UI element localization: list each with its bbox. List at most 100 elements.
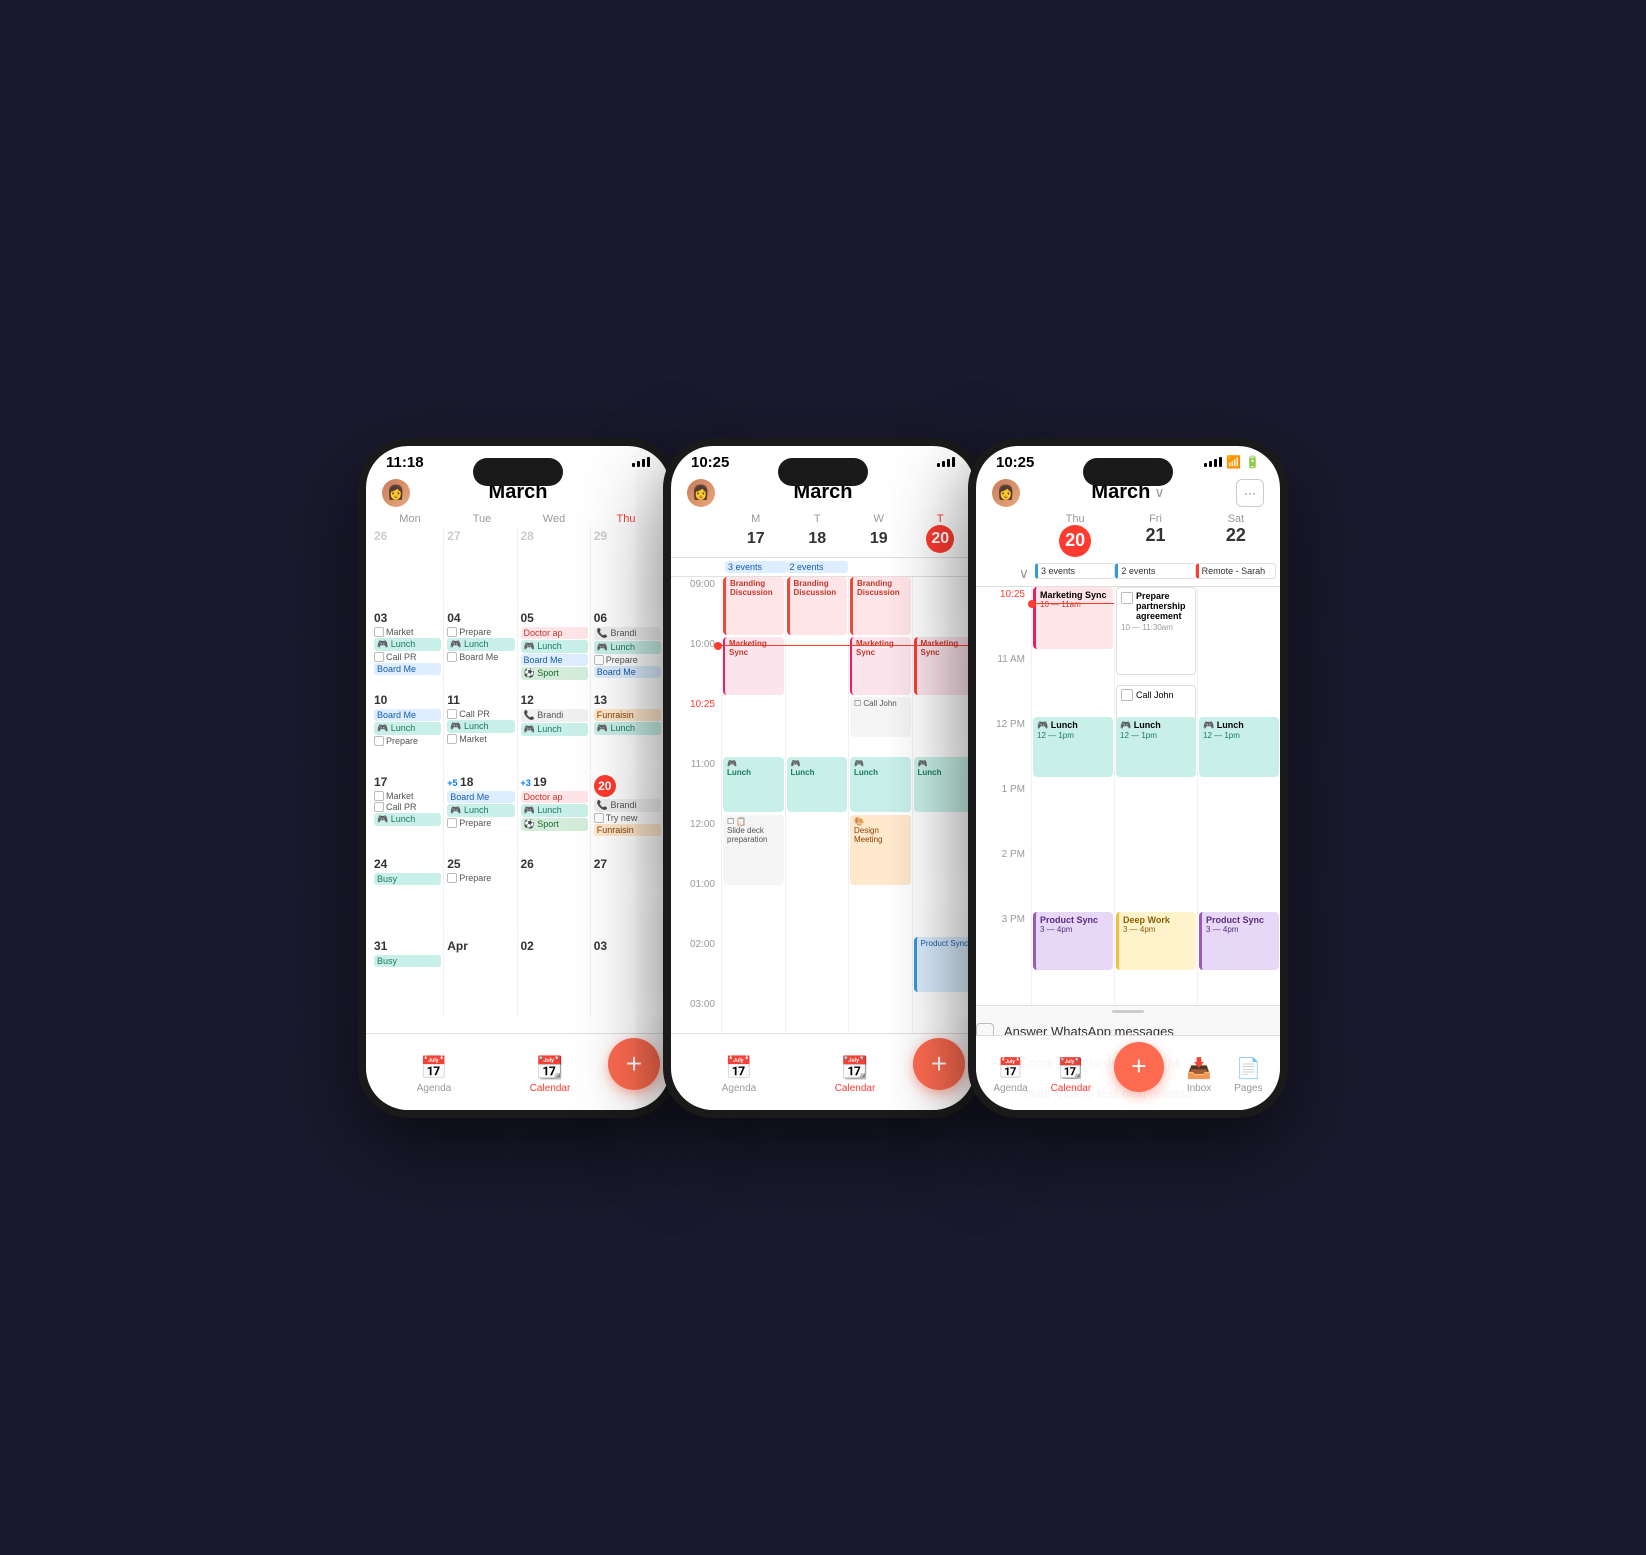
cal-day-11[interactable]: 11 Call PR 🎮 Lunch Market <box>445 691 517 771</box>
event-boardme-18[interactable]: Board Me <box>447 791 514 803</box>
event-lunch-19-t[interactable]: 🎮 Lunch <box>850 757 911 812</box>
event-lunch-10[interactable]: 🎮 Lunch <box>374 722 441 735</box>
event-lunch-18[interactable]: 🎮 Lunch <box>447 804 514 817</box>
cal-day-31[interactable]: 31 Busy <box>372 937 444 1017</box>
avatar-2[interactable]: 👩 <box>687 479 715 507</box>
event-slide-17[interactable]: ☐ 📋 Slide deck preparation <box>723 815 784 885</box>
cal-day-apr[interactable]: Apr <box>445 937 517 1017</box>
event-lunch-06[interactable]: 🎮 Lunch <box>594 641 661 654</box>
event-calljohn-19[interactable]: ☐ Call John <box>850 697 911 737</box>
event-lunch-12[interactable]: 🎮 Lunch <box>521 723 588 736</box>
event-branding-19[interactable]: Branding Discussion <box>850 577 911 635</box>
tab-agenda-2[interactable]: 📅 Agenda <box>681 1055 797 1094</box>
cal-day-05[interactable]: 05 Doctor ap 🎮 Lunch Board Me ⚽ Sport <box>519 609 591 689</box>
cal-day-12[interactable]: 12 📞 Brandi 🎮 Lunch <box>519 691 591 771</box>
event-boardme-06b[interactable]: Board Me <box>594 666 661 678</box>
event-lunch-19[interactable]: 🎮 Lunch <box>521 804 588 817</box>
dv-col-fri[interactable]: Fri 21 <box>1115 513 1195 557</box>
cal-day-26[interactable]: 26 <box>372 527 444 607</box>
cal-day-27[interactable]: 27 <box>592 855 664 935</box>
dv-col-thu[interactable]: Thu 20 <box>1035 513 1115 557</box>
event-boardme-03[interactable]: Board Me <box>374 663 441 675</box>
cal-day-03[interactable]: 03 Market 🎮 Lunch Call PR Board Me <box>372 609 444 689</box>
event-lunch-03[interactable]: 🎮 Lunch <box>374 638 441 651</box>
cal-day-04[interactable]: 04 Prepare 🎮 Lunch Board Me <box>445 609 517 689</box>
fab-1[interactable]: + <box>608 1038 660 1090</box>
event-boardme-05[interactable]: Board Me <box>521 654 588 666</box>
cal-day-29[interactable]: 29 <box>592 527 664 607</box>
cal-day-18[interactable]: +5 18 Board Me 🎮 Lunch Prepare <box>445 773 517 853</box>
event-lunch-13[interactable]: 🎮 Lunch <box>594 722 661 735</box>
event-brandi-06[interactable]: 📞 Brandi <box>594 627 661 640</box>
event-lunch-20-t[interactable]: 🎮 Lunch <box>914 757 975 812</box>
event-doctor-19[interactable]: Doctor ap <box>521 791 588 803</box>
event-prepare-partnership[interactable]: Prepare partnership agreement 10 — 11:30… <box>1116 587 1196 675</box>
event-funraisin-20[interactable]: Funraisin <box>594 824 661 836</box>
event-product-sync-22[interactable]: Product Sync 3 — 4pm <box>1199 912 1279 970</box>
events-badge-fri[interactable]: 2 events <box>1115 563 1195 579</box>
event-lunch-18-t[interactable]: 🎮 Lunch <box>787 757 848 812</box>
event-brandi-12[interactable]: 📞 Brandi <box>521 709 588 722</box>
events-badge-17[interactable]: 3 events <box>725 561 787 573</box>
week-col-w[interactable]: W 19 <box>848 513 910 553</box>
tab-pages-3[interactable]: 📄 Pages <box>1234 1056 1262 1094</box>
event-boardme-10[interactable]: Board Me <box>374 709 441 721</box>
cal-day-06[interactable]: 06 📞 Brandi 🎮 Lunch Prepare Board Me <box>592 609 664 689</box>
fab-2[interactable]: + <box>913 1038 965 1090</box>
cal-day-26b[interactable]: 26 <box>519 855 591 935</box>
avatar-3[interactable]: 👩 <box>992 479 1020 507</box>
chevron-down-icon[interactable]: ∨ <box>1154 484 1164 501</box>
week-col-m[interactable]: M 17 <box>725 513 787 553</box>
tab-calendar-2[interactable]: 📆 Calendar <box>797 1055 913 1094</box>
event-lunch-11[interactable]: 🎮 Lunch <box>447 720 514 733</box>
week-col-t2[interactable]: T 20 <box>910 513 972 553</box>
event-marketing-sync-20[interactable]: Marketing Sync 10 — 11am <box>1033 587 1113 649</box>
cal-day-apr03[interactable]: 03 <box>592 937 664 1017</box>
event-lunch-17-t[interactable]: 🎮 Lunch <box>723 757 784 812</box>
cal-day-13[interactable]: 13 Funraisin 🎮 Lunch <box>592 691 664 771</box>
event-lunch-20-dv[interactable]: 🎮 Lunch 12 — 1pm <box>1033 717 1113 777</box>
cal-day-25[interactable]: 25 Prepare <box>445 855 517 935</box>
tab-agenda-1[interactable]: 📅 Agenda <box>376 1055 492 1094</box>
tab-calendar-1[interactable]: 📆 Calendar <box>492 1055 608 1094</box>
now-line-3 <box>1032 603 1114 605</box>
event-brandi-20[interactable]: 📞 Brandi <box>594 799 661 812</box>
event-branding-17[interactable]: Branding Discussion <box>723 577 784 635</box>
event-lunch-04[interactable]: 🎮 Lunch <box>447 638 514 651</box>
event-funraisin-13[interactable]: Funraisin <box>594 709 661 721</box>
event-busy-24[interactable]: Busy <box>374 873 441 885</box>
avatar-1[interactable]: 👩 <box>382 479 410 507</box>
tab-inbox-3[interactable]: 📥 Inbox <box>1187 1056 1212 1094</box>
event-lunch-22-dv[interactable]: 🎮 Lunch 12 — 1pm <box>1199 717 1279 777</box>
event-doctor-05[interactable]: Doctor ap <box>521 627 588 639</box>
event-lunch-05[interactable]: 🎮 Lunch <box>521 640 588 653</box>
event-lunch-21-dv[interactable]: 🎮 Lunch 12 — 1pm <box>1116 717 1196 777</box>
event-remote-sarah[interactable]: Remote - Sarah <box>1196 563 1276 579</box>
event-busy-31[interactable]: Busy <box>374 955 441 967</box>
events-badge-thu[interactable]: 3 events <box>1035 563 1115 579</box>
event-branding-18[interactable]: Branding Discussion <box>787 577 848 635</box>
event-sport-05[interactable]: ⚽ Sport <box>521 667 588 680</box>
event-sport-19[interactable]: ⚽ Sport <box>521 818 588 831</box>
week-col-t1[interactable]: T 18 <box>787 513 849 553</box>
cal-day-apr02[interactable]: 02 <box>519 937 591 1017</box>
cal-day-17[interactable]: 17 Market Call PR 🎮 Lunch <box>372 773 444 853</box>
cal-day-10[interactable]: 10 Board Me 🎮 Lunch Prepare <box>372 691 444 771</box>
event-deep-work-21[interactable]: Deep Work 3 — 4pm <box>1116 912 1196 970</box>
event-lunch-17[interactable]: 🎮 Lunch <box>374 813 441 826</box>
events-badge-18[interactable]: 2 events <box>787 561 849 573</box>
cal-day-24[interactable]: 24 Busy <box>372 855 444 935</box>
tab-calendar-3[interactable]: 📆 Calendar <box>1051 1056 1092 1094</box>
event-product-sync-20[interactable]: Product Sync 3 — 4pm <box>1033 912 1113 970</box>
cal-day-20[interactable]: 20 📞 Brandi Try new Funraisin <box>592 773 664 853</box>
cal-day-19[interactable]: +3 19 Doctor ap 🎮 Lunch ⚽ Sport <box>519 773 591 853</box>
event-product-20-t[interactable]: Product Sync <box>914 937 975 992</box>
cal-day-27[interactable]: 27 <box>445 527 517 607</box>
dv-col-sat[interactable]: Sat 22 <box>1196 513 1276 557</box>
fab-3[interactable]: + <box>1114 1042 1164 1092</box>
all-day-toggle[interactable]: ∨ <box>980 563 1035 582</box>
cal-day-28[interactable]: 28 <box>519 527 591 607</box>
more-button[interactable]: ··· <box>1236 479 1264 507</box>
tab-agenda-3[interactable]: 📅 Agenda <box>993 1056 1027 1094</box>
event-design-19[interactable]: 🎨 Design Meeting <box>850 815 911 885</box>
